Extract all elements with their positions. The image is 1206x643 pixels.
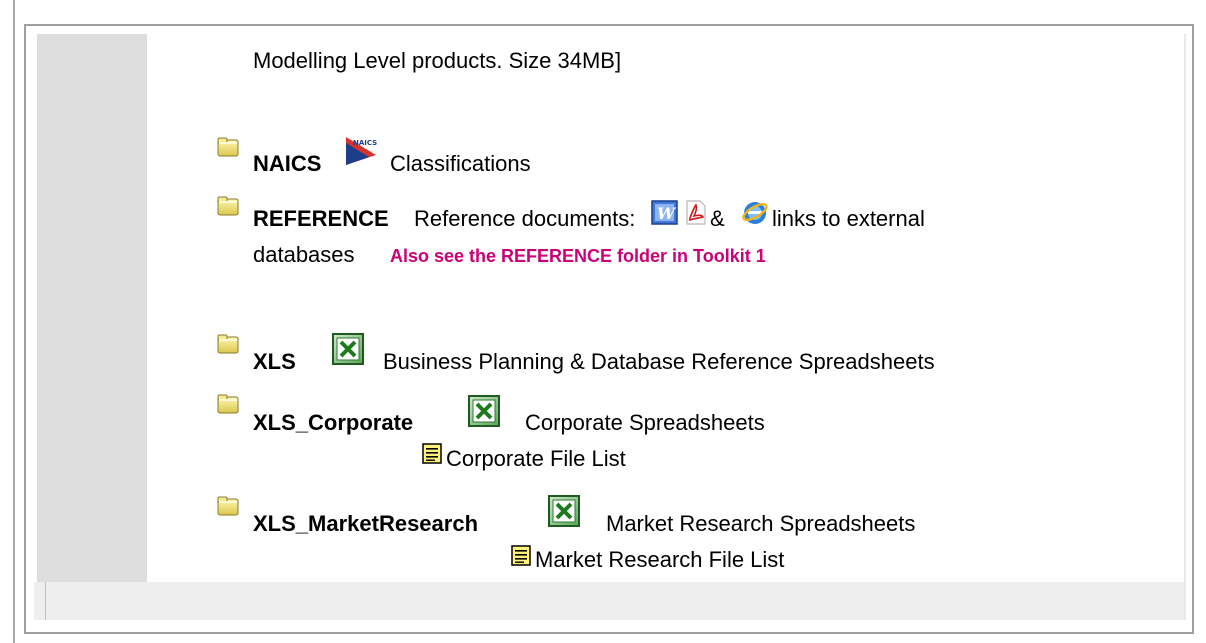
internet-explorer-icon[interactable]	[741, 198, 769, 226]
footer-divider	[45, 582, 46, 620]
svg-text:NAICS: NAICS	[353, 139, 377, 147]
reference-folder-link[interactable]: REFERENCE	[253, 206, 389, 232]
naics-description: Classifications	[390, 151, 531, 176]
reference-toolkit-link[interactable]: Also see the REFERENCE folder in Toolkit…	[390, 245, 766, 267]
document-icon[interactable]	[511, 545, 531, 566]
xls-corporate-description: Corporate Spreadsheets	[525, 410, 765, 435]
folder-icon[interactable]	[217, 394, 239, 414]
word-icon[interactable]: W	[651, 200, 678, 225]
ampersand-text: &	[710, 206, 725, 231]
folder-icon[interactable]	[217, 137, 239, 157]
excel-icon[interactable]	[548, 495, 580, 527]
content-frame	[24, 24, 1194, 634]
corporate-file-list-link[interactable]: Corporate File List	[446, 446, 626, 472]
svg-text:W: W	[657, 204, 677, 223]
xls-marketresearch-folder-link[interactable]: XLS_MarketResearch	[253, 511, 478, 537]
reference-description-line2: databases	[253, 242, 355, 267]
excel-icon[interactable]	[468, 395, 500, 427]
reference-description: Reference documents:	[414, 206, 636, 231]
outer-border-line	[13, 0, 15, 643]
folder-icon[interactable]	[217, 334, 239, 354]
folder-icon[interactable]	[217, 196, 239, 216]
xls-marketresearch-description: Market Research Spreadsheets	[606, 511, 916, 536]
folder-icon[interactable]	[217, 496, 239, 516]
excel-icon[interactable]	[332, 333, 364, 365]
document-icon[interactable]	[422, 443, 442, 464]
right-divider	[1184, 34, 1186, 620]
naics-logo-icon: NAICS	[346, 137, 377, 165]
pdf-icon[interactable]	[685, 200, 707, 225]
naics-folder-link[interactable]: NAICS	[253, 151, 321, 177]
indent-column	[34, 34, 147, 582]
xls-description: Business Planning & Database Reference S…	[383, 349, 935, 374]
xls-folder-link[interactable]: XLS	[253, 349, 296, 375]
footer-band	[34, 582, 1184, 620]
market-research-file-list-link[interactable]: Market Research File List	[535, 547, 784, 573]
intro-text: Modelling Level products. Size 34MB]	[253, 48, 622, 73]
reference-description-cont: links to external	[772, 206, 925, 231]
column-gap	[34, 34, 37, 582]
xls-corporate-folder-link[interactable]: XLS_Corporate	[253, 410, 413, 436]
